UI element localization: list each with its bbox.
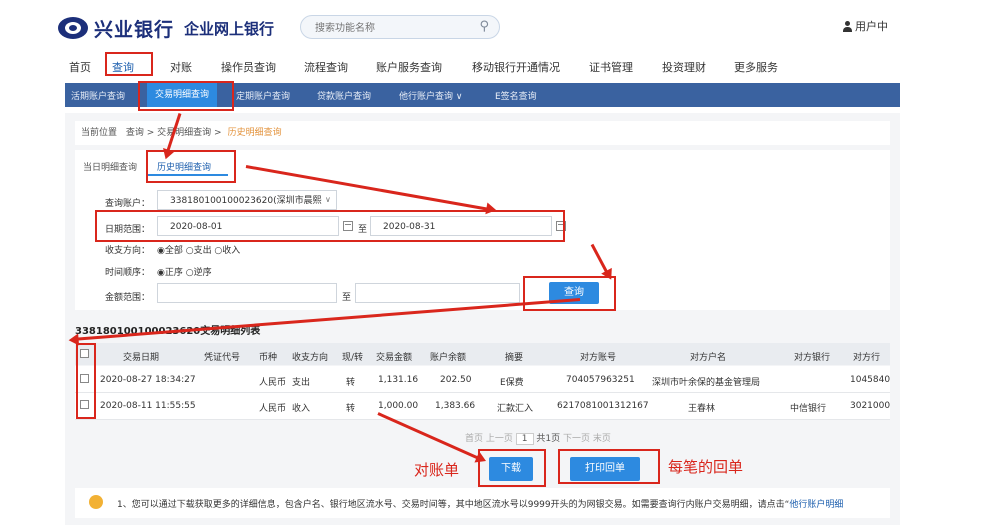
cell-counter-name: 王春林 bbox=[688, 404, 716, 414]
highlight-query-button bbox=[523, 276, 616, 311]
sort-radio-group[interactable]: ◉正序 ○逆序 bbox=[157, 265, 212, 278]
nav-reconcile[interactable]: 对账 bbox=[170, 59, 192, 75]
notice-link[interactable]: 他行账户明细 bbox=[789, 500, 843, 510]
subnav-e-signature[interactable]: E签名查询 bbox=[495, 89, 537, 102]
user-icon bbox=[842, 20, 852, 32]
notice-body: 1、您可以通过下载获取更多的详细信息，包含户名、银行地区流水号、交易时间等，其中… bbox=[117, 500, 790, 510]
search-box[interactable]: ⚲ bbox=[300, 15, 500, 39]
pager-current-page[interactable]: 1 bbox=[515, 433, 534, 445]
nav-home[interactable]: 首页 bbox=[69, 59, 91, 75]
cell-amount: 1,131.16 bbox=[378, 375, 419, 385]
subnav-fixed-account[interactable]: 定期账户查询 bbox=[236, 89, 290, 102]
amount-range-label: 金额范围： bbox=[105, 293, 151, 303]
col-counter-branch: 对方行 bbox=[853, 353, 881, 363]
highlight-print bbox=[558, 449, 660, 484]
nav-investment[interactable]: 投资理财 bbox=[662, 59, 706, 75]
col-amount: 交易金额 bbox=[376, 353, 413, 363]
account-select[interactable]: 338180100100023620(深圳市晨熙 bbox=[157, 190, 337, 210]
highlight-checkboxes bbox=[76, 343, 96, 419]
subnav-other-bank[interactable]: 他行账户查询 ∨ bbox=[399, 89, 462, 102]
cell-counter-branch: 1045840 bbox=[850, 375, 891, 385]
pager-first[interactable]: 首页 bbox=[465, 434, 483, 444]
cell-counter-name: 深圳市叶余保的基金管理局 bbox=[652, 378, 761, 388]
nav-certificate[interactable]: 证书管理 bbox=[589, 59, 633, 75]
search-icon[interactable]: ⚲ bbox=[479, 19, 489, 34]
cell-counter-account: 704057963251 bbox=[566, 375, 635, 385]
cell-summary: 汇款汇入 bbox=[497, 404, 534, 414]
subnav-loan-account[interactable]: 贷款账户查询 bbox=[317, 89, 371, 102]
col-balance: 账户余额 bbox=[430, 353, 467, 363]
nav-account-service[interactable]: 账户服务查询 bbox=[376, 59, 442, 75]
cell-balance: 1,383.66 bbox=[435, 401, 476, 411]
search-input[interactable] bbox=[313, 22, 467, 35]
cell-direction: 收入 bbox=[292, 404, 311, 414]
portal-name: 企业网上银行 bbox=[184, 19, 275, 38]
direction-radio-group[interactable]: ◉全部 ○支出 ○收入 bbox=[157, 243, 240, 256]
table-row[interactable] bbox=[75, 366, 890, 393]
direction-label: 收支方向： bbox=[105, 246, 151, 256]
nav-operator-query[interactable]: 操作员查询 bbox=[221, 59, 276, 75]
cell-direction: 支出 bbox=[292, 378, 311, 388]
highlight-query-nav bbox=[105, 52, 153, 76]
chevron-down-icon[interactable]: ∨ bbox=[325, 195, 331, 204]
nav-more[interactable]: 更多服务 bbox=[734, 59, 778, 75]
pager-last[interactable]: 末页 bbox=[593, 434, 611, 444]
subnav-current-account[interactable]: 活期账户查询 bbox=[71, 89, 125, 102]
col-summary: 摘要 bbox=[505, 353, 524, 363]
col-counter-account: 对方账号 bbox=[580, 353, 617, 363]
table-header-row bbox=[75, 343, 890, 365]
cell-counter-bank: 中信银行 bbox=[790, 404, 827, 414]
bank-name: 兴业银行 bbox=[94, 18, 175, 41]
pager-total: 共1页 bbox=[536, 434, 561, 444]
cell-counter-account: 6217081001312167 bbox=[557, 401, 649, 411]
table-row[interactable] bbox=[75, 393, 890, 420]
breadcrumb: 当前位置 查询 > 交易明细查询 > 历史明细查询 bbox=[75, 121, 890, 145]
cell-currency: 人民币 bbox=[259, 378, 287, 388]
cell-cash-transfer: 转 bbox=[346, 378, 356, 388]
col-trade-date: 交易日期 bbox=[123, 353, 160, 363]
notice-bar: 1、您可以通过下载获取更多的详细信息，包含户名、银行地区流水号、交易时间等，其中… bbox=[75, 488, 890, 518]
pager-prev[interactable]: 上一页 bbox=[486, 434, 513, 444]
user-label[interactable]: 用户中 bbox=[855, 18, 888, 34]
pager-next[interactable]: 下一页 bbox=[563, 434, 590, 444]
nav-process-query[interactable]: 流程查询 bbox=[304, 59, 348, 75]
cell-cash-transfer: 转 bbox=[346, 404, 356, 414]
amount-min-input[interactable] bbox=[157, 283, 337, 303]
cell-counter-branch: 3021000 bbox=[850, 401, 891, 411]
nav-mobile-banking[interactable]: 移动银行开通情况 bbox=[472, 59, 560, 75]
amount-max-input[interactable] bbox=[355, 283, 520, 303]
notice-text: 1、您可以通过下载获取更多的详细信息，包含户名、银行地区流水号、交易时间等，其中… bbox=[117, 497, 843, 510]
col-currency: 币种 bbox=[259, 353, 278, 363]
cell-summary: E保费 bbox=[500, 378, 524, 388]
tab-today-detail[interactable]: 当日明细查询 bbox=[83, 160, 137, 173]
bank-logo: 兴业银行 企业网上银行 bbox=[58, 14, 274, 42]
annotation-statement: 对账单 bbox=[414, 461, 460, 479]
account-label: 查询账户： bbox=[105, 199, 151, 209]
amount-to-label: 至 bbox=[342, 293, 352, 303]
cell-date: 2020-08-11 11:55:55 bbox=[100, 401, 196, 411]
cell-amount: 1,000.00 bbox=[378, 401, 419, 411]
col-counter-bank: 对方银行 bbox=[794, 353, 831, 363]
lightbulb-icon bbox=[89, 495, 103, 509]
col-voucher: 凭证代号 bbox=[204, 353, 241, 363]
cell-date: 2020-08-27 18:34:27 bbox=[100, 375, 196, 385]
breadcrumb-current: 历史明细查询 bbox=[227, 128, 282, 138]
col-cash-transfer: 现/转 bbox=[342, 353, 364, 363]
col-counter-name: 对方户名 bbox=[690, 353, 727, 363]
cell-currency: 人民币 bbox=[259, 404, 287, 414]
user-menu[interactable]: 用户中 bbox=[842, 18, 888, 34]
bank-logo-icon bbox=[58, 17, 88, 39]
breadcrumb-label: 当前位置 bbox=[81, 128, 118, 138]
pagination: 首页 上一页 1 共1页 下一页 末页 bbox=[465, 431, 611, 445]
annotation-receipt: 每笔的回单 bbox=[668, 458, 744, 476]
cell-balance: 202.50 bbox=[440, 375, 472, 385]
highlight-subnav bbox=[138, 81, 234, 111]
sort-label: 时间顺序： bbox=[105, 268, 151, 278]
col-direction: 收支方向 bbox=[292, 353, 329, 363]
